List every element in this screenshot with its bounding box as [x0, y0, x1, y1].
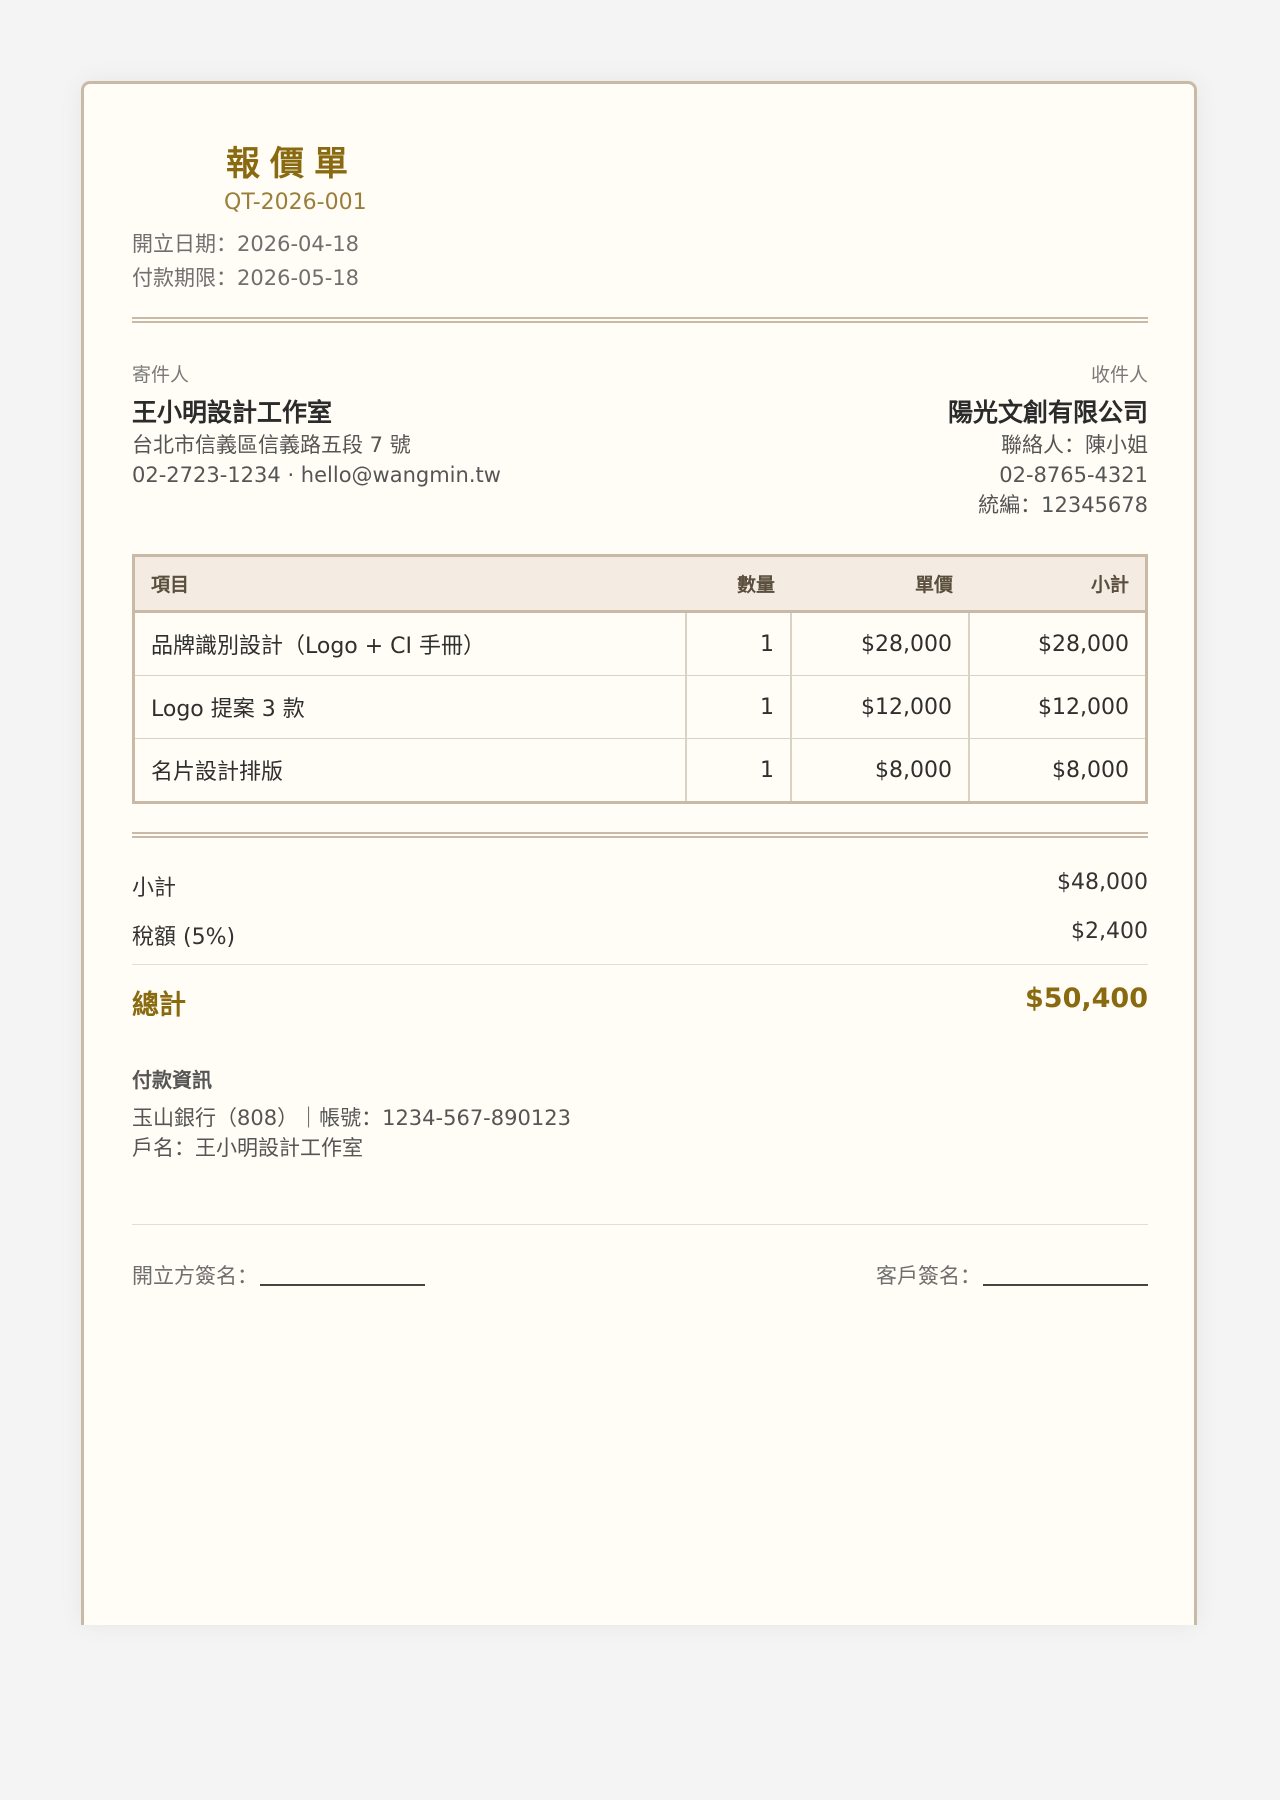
recipient-contact-person: 聯絡人：陳小姐 — [1001, 433, 1148, 457]
payment-account-name: 戶名：王小明設計工作室 — [132, 1136, 363, 1160]
table-row: 品牌識別設計（Logo + CI 手冊） 1 $28,000 $28,000 — [133, 611, 1147, 676]
client-signature-label: 客戶簽名： — [876, 1264, 981, 1288]
payment-info-title: 付款資訊 — [132, 1068, 212, 1092]
tax-label: 稅額 (5%) — [132, 925, 236, 950]
signature-divider — [132, 1224, 1148, 1225]
subtotal-label: 小計 — [132, 876, 177, 901]
sender-name: 王小明設計工作室 — [132, 398, 333, 427]
tax-value: $2,400 — [1071, 919, 1148, 944]
item-unit-price: $12,000 — [790, 675, 969, 739]
issuer-signature: 開立方簽名： — [132, 1260, 425, 1290]
line-items-table: 項目 數量 單價 小計 品牌識別設計（Logo + CI 手冊） 1 $28,0… — [132, 554, 1148, 804]
item-quantity: 1 — [685, 675, 791, 739]
recipient-phone: 02-8765-4321 — [999, 463, 1148, 487]
subtotal-value: $48,000 — [1057, 870, 1148, 895]
sender-contact: 02-2723-1234 · hello@wangmin.tw — [132, 463, 501, 487]
item-subtotal: $12,000 — [968, 675, 1147, 739]
item-description: 名片設計排版 — [151, 760, 284, 785]
column-header-quantity: 數量 — [686, 555, 791, 613]
item-description: Logo 提案 3 款 — [133, 675, 686, 739]
sender-block: 寄件人 王小明設計工作室 台北市信義區信義路五段 7 號 02-2723-123… — [132, 362, 632, 490]
subtotal-row: 小計 $48,000 — [132, 870, 1148, 902]
column-header-unit-price: 單價 — [791, 555, 969, 613]
recipient-tax-id: 統編：12345678 — [978, 493, 1148, 517]
issue-date: 開立日期：2026-04-18 — [132, 232, 360, 256]
issuer-signature-label: 開立方簽名： — [132, 1264, 258, 1288]
item-unit-price: $28,000 — [790, 611, 969, 676]
issuer-signature-line — [260, 1264, 425, 1286]
recipient-label: 收件人 — [1090, 364, 1148, 386]
table-header-row: 項目 數量 單價 小計 — [133, 555, 1147, 613]
tax-row: 稅額 (5%) $2,400 — [132, 919, 1148, 951]
item-subtotal: $8,000 — [968, 738, 1147, 803]
item-subtotal: $28,000 — [968, 611, 1147, 676]
column-header-item: 項目 — [133, 555, 686, 613]
sender-label: 寄件人 — [132, 364, 190, 386]
item-quantity: 1 — [685, 611, 791, 676]
total-value: $50,400 — [1025, 983, 1148, 1014]
item-quantity: 1 — [685, 738, 791, 803]
due-date: 付款期限：2026-05-18 — [132, 266, 360, 290]
table-divider — [132, 832, 1148, 838]
table-row: 名片設計排版 1 $8,000 $8,000 — [134, 738, 1147, 803]
table-row: Logo 提案 3 款 1 $12,000 $12,000 — [133, 675, 1147, 739]
document-title: 報價單 — [226, 144, 358, 184]
item-description: 品牌識別設計（Logo + CI 手冊） — [133, 611, 686, 676]
total-label: 總計 — [132, 990, 186, 1021]
quotation-document: 報價單 QT-2026-001 開立日期：2026-04-18 付款期限：202… — [81, 81, 1197, 1625]
recipient-block: 收件人 陽光文創有限公司 聯絡人：陳小姐 02-8765-4321 統編：123… — [648, 362, 1148, 520]
quotation-number: QT-2026-001 — [224, 190, 367, 215]
client-signature: 客戶簽名： — [876, 1260, 1148, 1290]
total-row: 總計 $50,400 — [132, 983, 1148, 1022]
column-header-subtotal: 小計 — [969, 555, 1147, 613]
summary-divider — [132, 964, 1148, 965]
client-signature-line — [983, 1264, 1148, 1286]
header-divider — [132, 317, 1148, 323]
sender-address: 台北市信義區信義路五段 7 號 — [132, 433, 411, 457]
item-unit-price: $8,000 — [790, 738, 969, 803]
payment-bank-line: 玉山銀行（808）｜帳號：1234-567-890123 — [132, 1106, 571, 1130]
recipient-name: 陽光文創有限公司 — [947, 398, 1148, 427]
